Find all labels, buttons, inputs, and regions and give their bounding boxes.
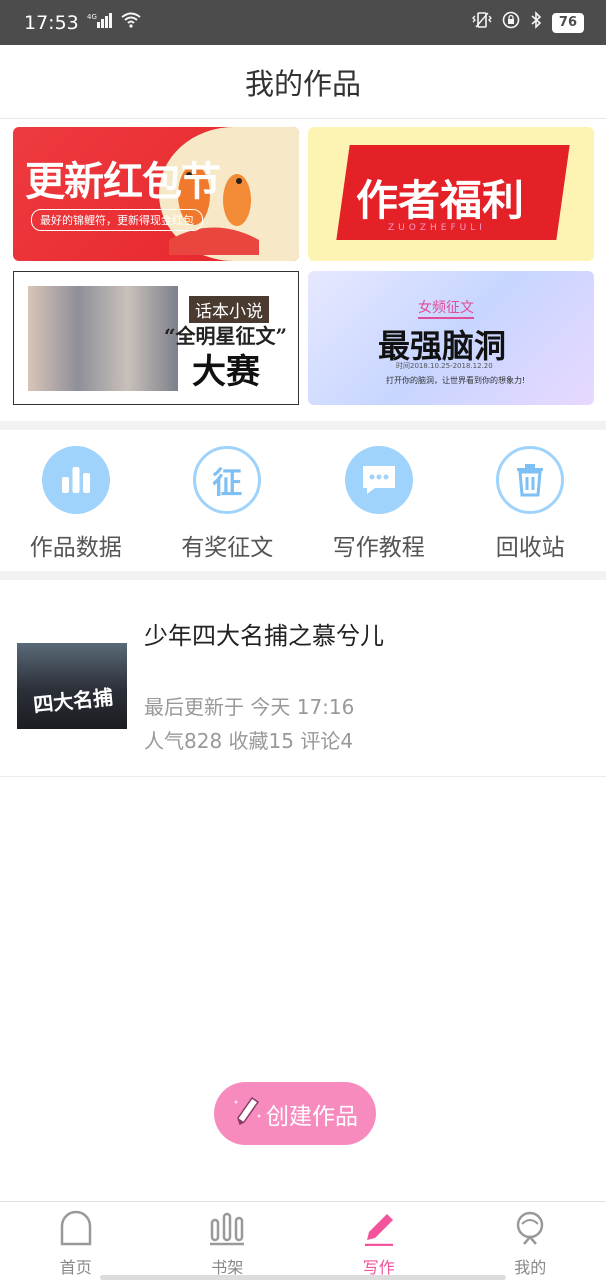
svg-text:4G: 4G <box>87 13 97 21</box>
banner-subtitle: 最好的锦鲤符，更新得现金红包 <box>31 209 203 231</box>
status-bar: 17:53 4G 76 <box>0 0 606 45</box>
quick-actions: 作品数据 征 有奖征文 写作教程 回收站 <box>0 430 606 571</box>
banner-subtitle: ZUOZHEFULI <box>388 223 486 233</box>
signal-icon: 4G <box>87 12 113 33</box>
tab-profile[interactable]: 我的 <box>455 1202 606 1280</box>
work-list-item[interactable]: 四大名捕 少年四大名捕之慕兮儿 最后更新于 今天 17:16 人气828 收藏1… <box>0 580 606 777</box>
banner-author-welfare[interactable]: 作者福利 ZUOZHEFULI <box>308 127 594 261</box>
work-meta: 最后更新于 今天 17:16 人气828 收藏15 评论4 <box>144 690 354 758</box>
banner-allstar-contest[interactable]: 话本小说 “全明星征文” 大赛 <box>13 271 299 405</box>
quick-action-label: 有奖征文 <box>181 535 274 561</box>
tab-label: 我的 <box>514 1258 547 1277</box>
trash-icon <box>496 446 565 514</box>
chat-bubble-icon <box>344 446 413 514</box>
banner-tag: 女频征文 <box>418 297 474 319</box>
bluetooth-icon <box>530 11 542 34</box>
vibrate-icon <box>471 11 492 34</box>
banner-brain-hole[interactable]: 女频征文 最强脑洞 时间2018.10.25-2018.12.20 打开你的脑洞… <box>308 271 594 405</box>
banner-tag: 话本小说 <box>189 296 269 323</box>
tab-write[interactable]: 写作 <box>303 1202 455 1280</box>
quick-action-recycle-bin[interactable]: 回收站 <box>455 430 606 571</box>
tab-label: 首页 <box>59 1258 92 1277</box>
create-work-button[interactable]: 创建作品 <box>214 1082 376 1145</box>
quick-action-work-data[interactable]: 作品数据 <box>0 430 152 571</box>
banner-title: 作者福利 <box>356 177 525 224</box>
quick-action-contest[interactable]: 征 有奖征文 <box>152 430 304 571</box>
tab-home[interactable]: 首页 <box>0 1202 152 1280</box>
quick-action-label: 回收站 <box>495 535 565 561</box>
bookshelf-icon <box>209 1210 245 1250</box>
quick-action-tutorial[interactable]: 写作教程 <box>303 430 455 571</box>
lock-rotate-icon <box>502 11 520 34</box>
section-divider <box>0 571 606 580</box>
banner-title-2: 大赛 <box>192 352 260 392</box>
bar-chart-icon <box>41 446 110 514</box>
banner-photo <box>28 286 178 391</box>
status-time: 17:53 <box>24 11 79 34</box>
home-indicator[interactable] <box>100 1275 506 1280</box>
banner-subtitle: 打开你的脑洞，让世界看到你的想象力! <box>386 376 526 385</box>
wifi-icon <box>121 12 141 33</box>
page-title: 我的作品 <box>244 66 361 101</box>
tab-bookshelf[interactable]: 书架 <box>152 1202 304 1280</box>
pencil-icon <box>361 1210 397 1250</box>
work-stats: 人气828 收藏15 评论4 <box>144 729 354 753</box>
work-updated: 最后更新于 今天 17:16 <box>144 695 355 719</box>
profile-icon <box>512 1210 548 1250</box>
work-cover-image: 四大名捕 <box>17 643 127 729</box>
quick-action-label: 写作教程 <box>332 535 425 561</box>
quick-action-label: 作品数据 <box>29 535 122 561</box>
work-title: 少年四大名捕之慕兮儿 <box>144 622 384 650</box>
banner-dates: 时间2018.10.25-2018.12.20 <box>396 362 493 370</box>
bottom-tab-bar: 首页 书架 写作 我的 <box>0 1201 606 1280</box>
banner-grid: 更新红包节 最好的锦鲤符，更新得现金红包 作者福利 ZUOZHEFULI 话本小… <box>0 120 606 422</box>
battery-indicator: 76 <box>551 12 584 33</box>
banner-title: 更新红包节 <box>25 160 221 204</box>
create-work-label: 创建作品 <box>266 1103 358 1130</box>
section-divider <box>0 421 606 430</box>
page-header: 我的作品 <box>0 45 606 119</box>
home-icon <box>58 1210 94 1250</box>
pencil-icon <box>232 1094 262 1134</box>
banner-red-packet[interactable]: 更新红包节 最好的锦鲤符，更新得现金红包 <box>13 127 299 261</box>
zheng-icon: 征 <box>193 446 262 514</box>
